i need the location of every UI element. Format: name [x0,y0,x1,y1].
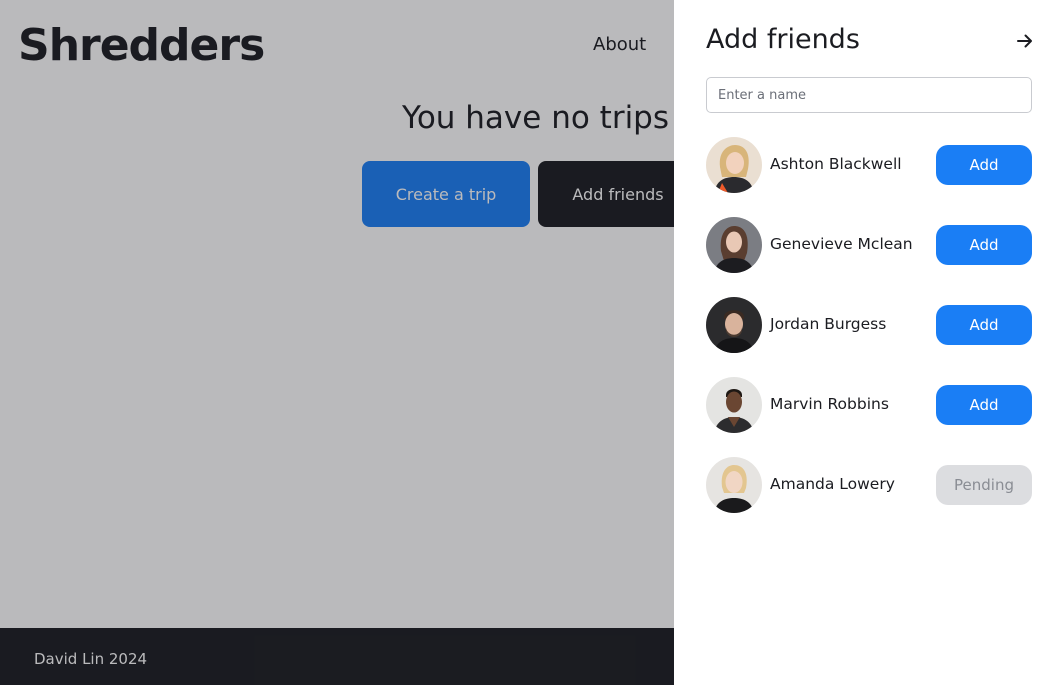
avatar [706,457,762,513]
modal-backdrop[interactable] [0,0,674,685]
add-friends-drawer: Add friends Ashton Blackwell Add [674,0,1061,685]
add-friend-button[interactable]: Add [936,305,1032,345]
drawer-title: Add friends [706,24,860,55]
pending-request-button[interactable]: Pending [936,465,1032,505]
friend-row: Ashton Blackwell Add [706,137,1032,193]
add-friend-button[interactable]: Add [936,385,1032,425]
friend-row: Genevieve Mclean Add [706,217,1032,273]
friend-name: Marvin Robbins [770,395,889,413]
arrow-right-icon [1017,34,1032,48]
friend-name: Genevieve Mclean [770,235,913,253]
avatar [706,377,762,433]
friend-row: Jordan Burgess Add [706,297,1032,353]
avatar [706,217,762,273]
friend-row: Amanda Lowery Pending [706,457,1032,513]
friend-name: Jordan Burgess [770,315,887,333]
friend-name: Amanda Lowery [770,475,895,493]
avatar [706,297,762,353]
add-friend-button[interactable]: Add [936,145,1032,185]
friend-search-input[interactable] [706,77,1032,113]
add-friend-button[interactable]: Add [936,225,1032,265]
close-drawer-button[interactable] [1014,30,1036,52]
friend-row: Marvin Robbins Add [706,377,1032,433]
friend-name: Ashton Blackwell [770,155,902,173]
avatar [706,137,762,193]
